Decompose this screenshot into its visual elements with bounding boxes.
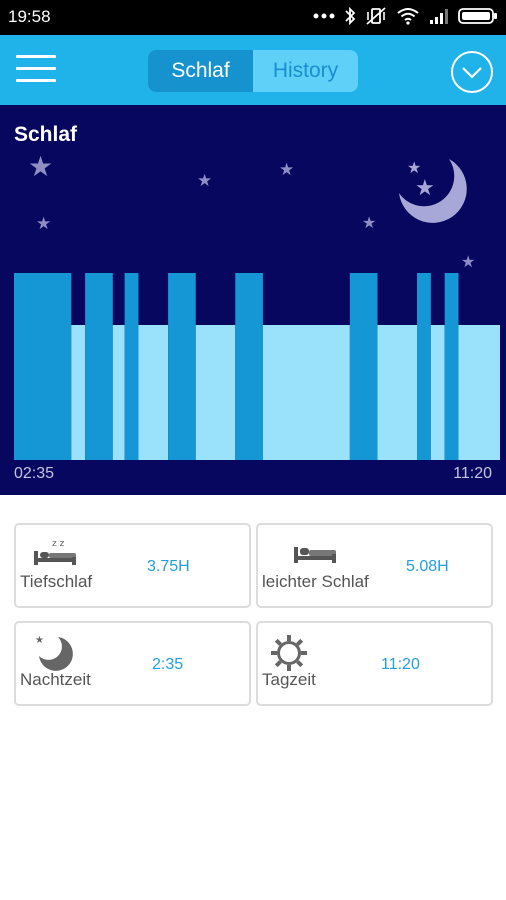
vibrate-off-icon <box>365 6 387 26</box>
deep-sleep-card: z z Tiefschlaf 3.75H <box>14 523 251 608</box>
tab-schlaf[interactable]: Schlaf <box>148 50 253 92</box>
sleep-chart-panel: Schlaf ★ ★ ★ ★ ★ ★ ★ ★ 02:35 11:20 <box>0 105 506 495</box>
star-icon: ★ <box>279 160 295 179</box>
day-time-label: Tagzeit <box>262 670 316 689</box>
sleep-segment-deep <box>168 273 196 460</box>
sleep-segment-light <box>195 325 236 460</box>
signal-icon <box>429 8 449 24</box>
day-time-value: 11:20 <box>381 656 420 673</box>
sleep-segment-light <box>458 325 500 460</box>
sleep-segment-deep <box>417 273 431 460</box>
deep-sleep-label: Tiefschlaf <box>20 572 93 591</box>
sleep-segment-light <box>262 325 350 460</box>
menu-button[interactable] <box>16 55 56 89</box>
sleep-segment-light <box>138 325 169 460</box>
sleep-segment-light <box>377 325 418 460</box>
sleep-segment-deep <box>235 273 263 460</box>
star-icon: ★ <box>197 171 213 190</box>
sleep-segment-deep <box>124 273 139 460</box>
panel-title: Schlaf <box>14 123 78 146</box>
star-icon: ★ <box>28 151 54 182</box>
more-icon <box>313 13 335 19</box>
sleep-segment-light <box>112 325 125 460</box>
svg-text:★: ★ <box>35 635 44 646</box>
sleep-segment-deep <box>444 273 459 460</box>
star-icon: ★ <box>461 254 476 271</box>
night-time-label: Nachtzeit <box>20 670 91 689</box>
sleep-segment-deep <box>14 273 72 460</box>
day-time-card: Tagzeit 11:20 <box>256 621 493 706</box>
bluetooth-icon <box>344 6 356 26</box>
sleep-segment-deep <box>85 273 113 460</box>
light-sleep-card: leichter Schlaf 5.08H <box>256 523 493 608</box>
light-sleep-label: leichter Schlaf <box>262 572 369 591</box>
moon-with-stars-icon: ★ ★ <box>395 153 477 238</box>
status-time: 19:58 <box>8 7 51 26</box>
sleep-segment-light <box>430 325 445 460</box>
svg-text:★: ★ <box>415 176 435 201</box>
wifi-icon <box>396 7 420 25</box>
chart-end-time: 11:20 <box>453 465 492 482</box>
tab-history[interactable]: History <box>253 50 358 92</box>
night-time-card: ★ Nachtzeit 2:35 <box>14 621 251 706</box>
light-sleep-icon <box>292 541 338 572</box>
light-sleep-value: 5.08H <box>406 558 449 575</box>
confirm-button[interactable] <box>451 51 493 93</box>
deep-sleep-icon: z z <box>32 537 78 574</box>
battery-icon <box>458 7 498 25</box>
star-icon: ★ <box>36 214 52 233</box>
sleep-segment-light <box>71 325 86 460</box>
night-time-value: 2:35 <box>152 656 184 673</box>
sleep-segment-deep <box>349 273 378 460</box>
view-switcher: Schlaf History <box>148 50 358 92</box>
app-bar: Schlaf History <box>0 35 506 105</box>
status-bar: 19:58 <box>0 0 506 35</box>
svg-text:★: ★ <box>407 158 421 177</box>
chart-start-time: 02:35 <box>14 465 55 482</box>
checkmark-icon <box>462 67 482 79</box>
deep-sleep-value: 3.75H <box>147 558 190 575</box>
star-icon: ★ <box>362 215 377 232</box>
svg-text:z z: z z <box>52 539 65 549</box>
